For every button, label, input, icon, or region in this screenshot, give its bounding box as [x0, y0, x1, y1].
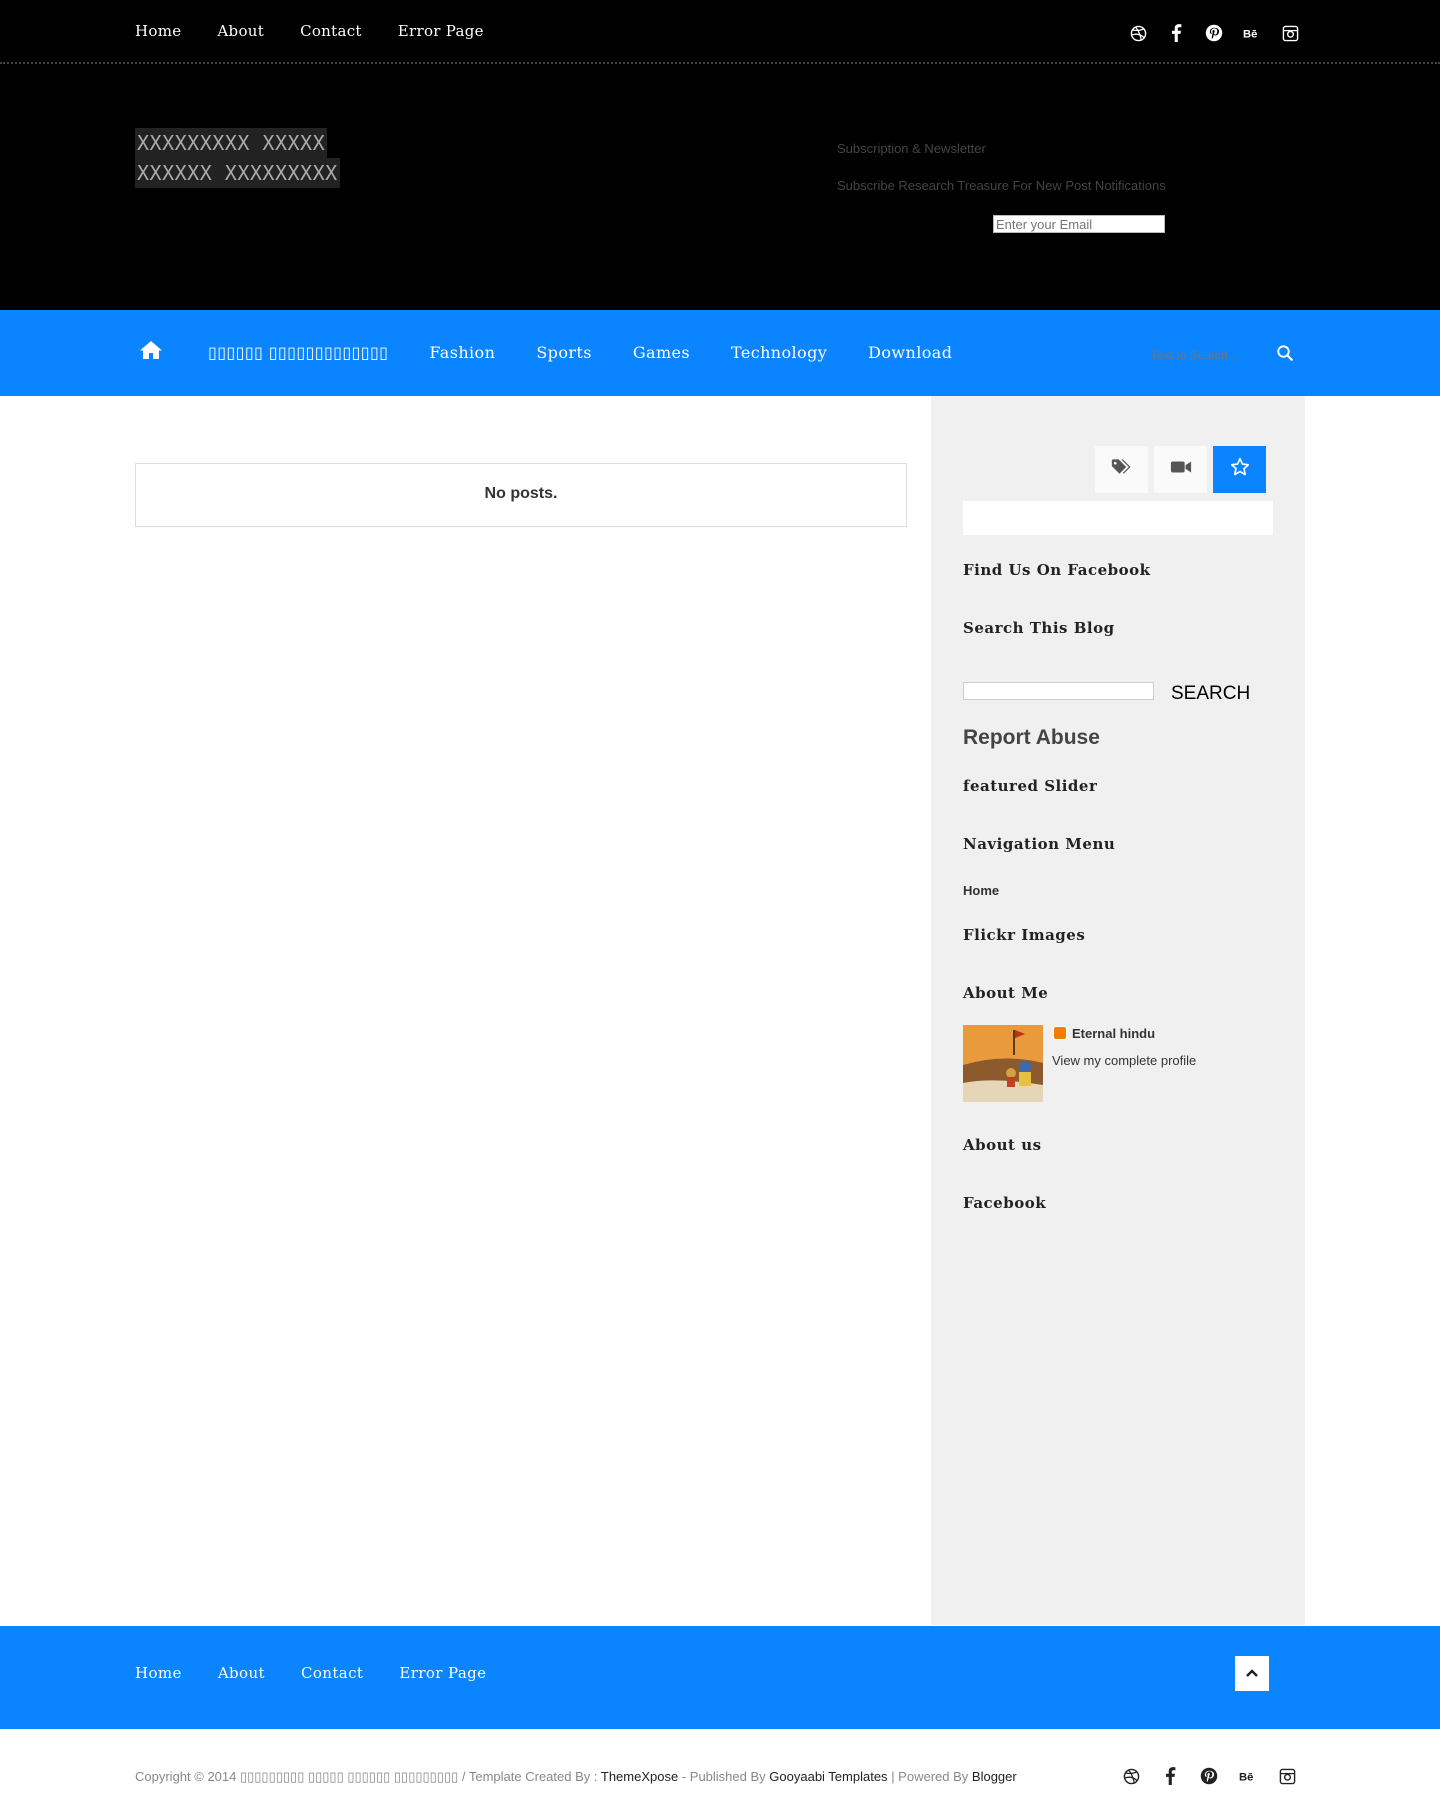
- header: XXXXXXXXX XXXXX XXXXXX XXXXXXXXX Subscri…: [0, 64, 1440, 310]
- top-bar: Home About Contact Error Page Bē: [0, 0, 1440, 64]
- search-button[interactable]: SEARCH: [1171, 683, 1250, 705]
- widget-title-about-me: About Me: [963, 984, 1049, 1002]
- email-field[interactable]: [993, 215, 1165, 233]
- main-nav: ▯▯▯▯▯▯ ▯▯▯▯▯▯▯▯▯▯▯▯▯ Fashion Sports Game…: [0, 310, 1440, 396]
- behance-icon[interactable]: Bē: [1243, 24, 1261, 42]
- footer: Home About Contact Error Page: [0, 1626, 1440, 1729]
- blog-search-input[interactable]: [963, 682, 1154, 700]
- top-social-icons: Bē: [1129, 24, 1299, 42]
- menu-item-native-category[interactable]: ▯▯▯▯▯▯ ▯▯▯▯▯▯▯▯▯▯▯▯▯: [208, 343, 388, 362]
- pinterest-icon[interactable]: [1205, 24, 1223, 42]
- widget-title-find-facebook: Find Us On Facebook: [963, 561, 1151, 579]
- logo-line-1: XXXXXXXXX XXXXX: [135, 128, 328, 158]
- site-logo[interactable]: XXXXXXXXX XXXXX XXXXXX XXXXXXXXX: [135, 128, 340, 188]
- top-nav-error-page[interactable]: Error Page: [398, 22, 484, 40]
- view-profile-link[interactable]: View my complete profile: [1052, 1053, 1196, 1068]
- top-nav: Home About Contact Error Page: [135, 22, 484, 40]
- footer-nav-about[interactable]: About: [218, 1664, 265, 1682]
- instagram-icon[interactable]: [1278, 1767, 1296, 1785]
- star-icon: [1230, 457, 1250, 482]
- footer-social-icons: Bē: [1122, 1767, 1296, 1785]
- widget-title-facebook: Facebook: [963, 1194, 1047, 1212]
- home-icon[interactable]: [139, 340, 163, 365]
- menu-item-sports[interactable]: Sports: [536, 343, 592, 362]
- widget-title-search-blog: Search This Blog: [963, 619, 1115, 637]
- menu-item-download[interactable]: Download: [868, 343, 952, 362]
- search-icon[interactable]: [1276, 344, 1294, 367]
- dribbble-icon[interactable]: [1129, 24, 1147, 42]
- tab-tags[interactable]: [1095, 446, 1148, 493]
- pinterest-icon[interactable]: [1200, 1767, 1218, 1785]
- facebook-icon[interactable]: [1161, 1767, 1179, 1785]
- gooyaabi-link[interactable]: Gooyaabi Templates: [769, 1769, 887, 1784]
- menu-item-fashion[interactable]: Fashion: [429, 343, 495, 362]
- footer-nav-contact[interactable]: Contact: [301, 1664, 363, 1682]
- tab-videos[interactable]: [1154, 446, 1207, 493]
- copyright-text: Copyright © 2014 ▯▯▯▯▯▯▯▯▯ ▯▯▯▯▯ ▯▯▯▯▯▯ …: [135, 1769, 598, 1784]
- copyright-line: Copyright © 2014 ▯▯▯▯▯▯▯▯▯ ▯▯▯▯▯ ▯▯▯▯▯▯ …: [135, 1769, 1017, 1785]
- no-posts-message: No posts.: [135, 463, 907, 527]
- sidebar-tabs: [1095, 446, 1266, 493]
- subscription-title: Subscription & Newsletter: [837, 141, 986, 156]
- video-icon: [1170, 459, 1192, 480]
- dribbble-icon[interactable]: [1122, 1767, 1140, 1785]
- top-nav-home[interactable]: Home: [135, 22, 181, 40]
- subscription-description: Subscribe Research Treasure For New Post…: [837, 178, 1166, 193]
- main-menu: ▯▯▯▯▯▯ ▯▯▯▯▯▯▯▯▯▯▯▯▯ Fashion Sports Game…: [208, 343, 952, 362]
- behance-icon[interactable]: Bē: [1239, 1767, 1257, 1785]
- footer-nav: Home About Contact Error Page: [135, 1664, 486, 1682]
- logo-line-2: XXXXXX XXXXXXXXX: [135, 158, 340, 188]
- menu-item-games[interactable]: Games: [633, 343, 690, 362]
- top-nav-about[interactable]: About: [217, 22, 264, 40]
- tab-panel: [963, 501, 1273, 535]
- profile-avatar[interactable]: [963, 1025, 1043, 1102]
- svg-text:Bē: Bē: [1243, 29, 1257, 41]
- themexpose-link[interactable]: ThemeXpose: [601, 1769, 678, 1784]
- widget-title-about-us: About us: [963, 1136, 1042, 1154]
- tab-featured[interactable]: [1213, 446, 1266, 493]
- facebook-icon[interactable]: [1167, 24, 1185, 42]
- report-abuse-link[interactable]: Report Abuse: [963, 726, 1100, 750]
- widget-title-featured-slider: featured Slider: [963, 777, 1098, 795]
- tags-icon: [1111, 458, 1133, 481]
- published-by-text: - Published By: [681, 1769, 766, 1784]
- blogger-link[interactable]: Blogger: [972, 1769, 1017, 1784]
- powered-by-text: | Powered By: [891, 1769, 969, 1784]
- nav-search-input[interactable]: [1151, 348, 1261, 362]
- chevron-up-icon: [1246, 1665, 1258, 1683]
- top-nav-contact[interactable]: Contact: [300, 22, 362, 40]
- instagram-icon[interactable]: [1281, 24, 1299, 42]
- back-to-top-button[interactable]: [1235, 1656, 1269, 1691]
- widget-title-flickr: Flickr Images: [963, 926, 1086, 944]
- sidebar: Find Us On Facebook Search This Blog SEA…: [931, 396, 1305, 1625]
- footer-nav-error-page[interactable]: Error Page: [399, 1664, 486, 1682]
- footer-nav-home[interactable]: Home: [135, 1664, 182, 1682]
- profile-name[interactable]: Eternal hindu: [1072, 1026, 1155, 1041]
- blogger-icon: [1053, 1026, 1067, 1040]
- svg-text:Bē: Bē: [1239, 1772, 1253, 1784]
- navigation-menu-home[interactable]: Home: [963, 883, 999, 898]
- menu-item-technology[interactable]: Technology: [731, 343, 827, 362]
- widget-title-navigation-menu: Navigation Menu: [963, 835, 1116, 853]
